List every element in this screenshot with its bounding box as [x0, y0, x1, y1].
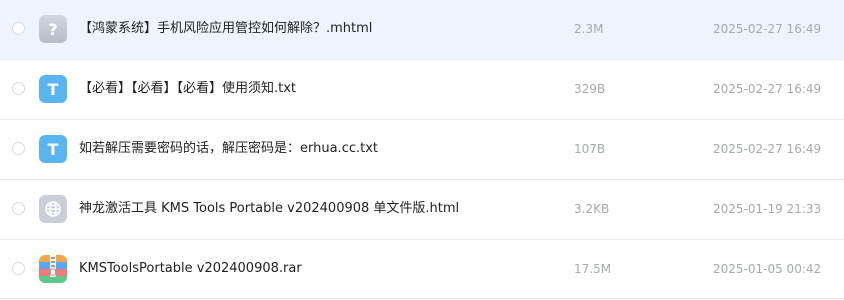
file-row[interactable]: ? 【鸿蒙系统】手机风险应用管控如何解除？.mhtml 2.3M 2025-02… — [0, 0, 844, 60]
file-name[interactable]: 【鸿蒙系统】手机风险应用管控如何解除？.mhtml — [79, 20, 372, 38]
file-name[interactable]: 如若解压需要密码的话，解压密码是：erhua.cc.txt — [79, 140, 378, 158]
file-row[interactable]: T 如若解压需要密码的话，解压密码是：erhua.cc.txt 107B 202… — [0, 120, 844, 180]
file-date: 2025-02-27 16:49 — [713, 142, 822, 156]
file-size: 329B — [574, 82, 606, 96]
file-name[interactable]: KMSToolsPortable v202400908.rar — [79, 260, 302, 278]
file-size: 107B — [574, 142, 606, 156]
file-row[interactable]: T 【必看】【必看】【必看】使用须知.txt 329B 2025-02-27 1… — [0, 60, 844, 120]
svg-text:T: T — [48, 140, 59, 159]
file-row[interactable]: KMSToolsPortable v202400908.rar 17.5M 20… — [0, 240, 844, 299]
file-list: ? 【鸿蒙系统】手机风险应用管控如何解除？.mhtml 2.3M 2025-02… — [0, 0, 844, 300]
row-checkbox[interactable] — [12, 82, 25, 95]
file-size: 3.2KB — [574, 202, 610, 216]
row-checkbox[interactable] — [12, 262, 25, 275]
file-date: 2025-02-27 16:49 — [713, 22, 822, 36]
row-checkbox[interactable] — [12, 142, 25, 155]
svg-text:?: ? — [48, 20, 57, 39]
file-size: 2.3M — [574, 22, 604, 36]
file-name[interactable]: 【必看】【必看】【必看】使用须知.txt — [79, 80, 296, 98]
web-file-icon — [39, 195, 67, 223]
file-date: 2025-02-27 16:49 — [713, 82, 822, 96]
unknown-file-icon: ? — [39, 15, 67, 43]
text-file-icon: T — [39, 75, 67, 103]
svg-text:T: T — [48, 80, 59, 99]
text-file-icon: T — [39, 135, 67, 163]
file-row[interactable]: 神龙激活工具 KMS Tools Portable v202400908 单文件… — [0, 180, 844, 240]
file-name[interactable]: 神龙激活工具 KMS Tools Portable v202400908 单文件… — [79, 200, 459, 218]
file-date: 2025-01-05 00:42 — [713, 262, 822, 276]
archive-file-icon — [39, 255, 67, 283]
row-checkbox[interactable] — [12, 22, 25, 35]
row-checkbox[interactable] — [12, 202, 25, 215]
file-size: 17.5M — [574, 262, 612, 276]
file-date: 2025-01-19 21:33 — [713, 202, 822, 216]
